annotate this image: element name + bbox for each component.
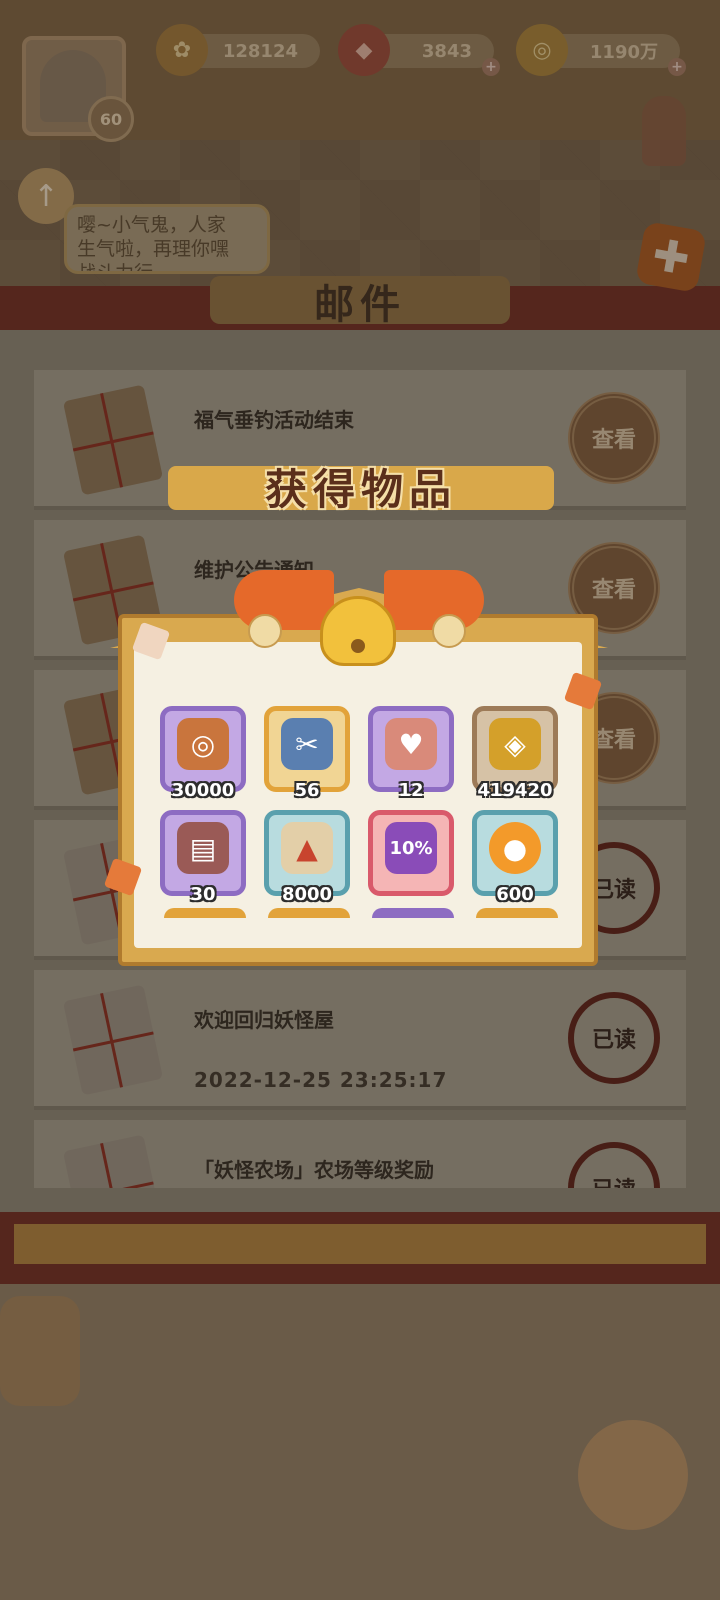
reward-count: 30000 <box>171 780 235 801</box>
next-row-peek <box>476 908 558 918</box>
reward-slot[interactable]: ◈ 419420 <box>472 706 558 801</box>
reward-slot[interactable]: 10% <box>368 810 454 896</box>
reward-count: 600 <box>496 884 534 905</box>
reward-slot[interactable]: ♥ 12 <box>368 706 454 801</box>
next-row-peek <box>164 908 246 918</box>
bow-left-loop <box>234 570 334 630</box>
bell-icon <box>320 596 396 666</box>
reward-count: 30 <box>190 884 216 905</box>
reward-count: 8000 <box>281 884 333 905</box>
reward-popup-title: 获得物品 <box>264 465 457 514</box>
pom-left-icon <box>248 614 282 648</box>
reward-slot[interactable]: ● 600 <box>472 810 558 905</box>
bell-clapper <box>351 639 365 653</box>
reward-slot[interactable]: ✂ 56 <box>264 706 350 801</box>
reward-count: 12 <box>398 780 424 801</box>
reward-slot[interactable]: ◎ 30000 <box>160 706 246 801</box>
reward-title-banner: 获得物品 <box>168 452 554 522</box>
copper-coin-icon: ◎ <box>177 718 229 771</box>
character-shortcut-icon[interactable] <box>578 1420 688 1530</box>
reward-count: 419420 <box>477 780 553 801</box>
reward-slot[interactable]: ▲ 8000 <box>264 810 350 905</box>
milk-carton-icon: ♥ <box>385 718 437 771</box>
gift-chest-icon: ▤ <box>177 822 229 875</box>
reward-slot[interactable]: ▤ 30 <box>160 810 246 905</box>
next-row-peek <box>372 908 454 918</box>
pom-right-icon <box>432 614 466 648</box>
left-character[interactable] <box>0 1296 80 1406</box>
flame-orb-icon: ● <box>489 822 541 875</box>
reward-grid: ◎ 30000 ✂ 56 ♥ 12 ◈ 419420 ▤ 30 ▲ 8000 1… <box>160 706 560 905</box>
fishing-lure-icon: ✂ <box>281 718 333 771</box>
next-row-peek <box>268 908 350 918</box>
discount-ticket-icon: 10% <box>385 822 437 875</box>
like-card-icon: ▲ <box>281 822 333 875</box>
gold-coins-icon: ◈ <box>489 718 541 771</box>
reward-count: 56 <box>294 780 320 801</box>
